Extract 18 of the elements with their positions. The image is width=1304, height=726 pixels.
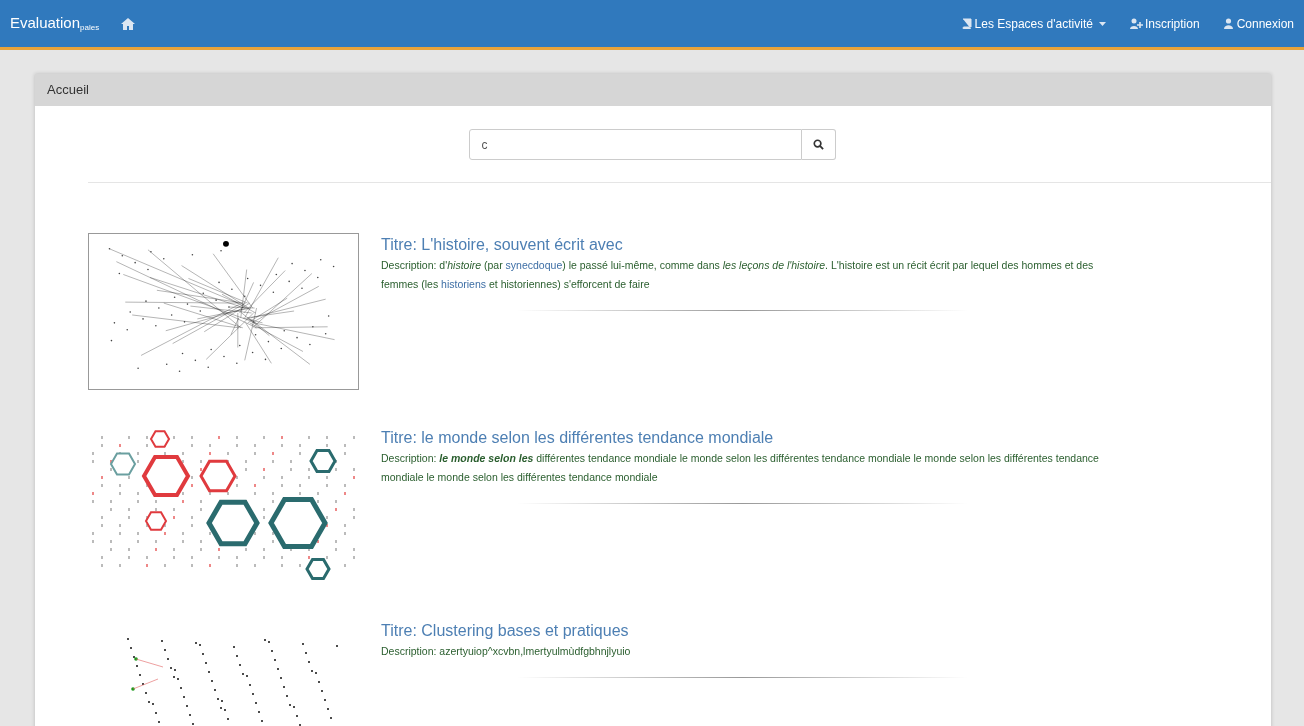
result-description: Description: azertyuiop^xcvbn,lmertyulmùdfgbhnjlyuio [381,644,632,659]
caret-icon [1098,21,1106,26]
search-field[interactable]: c [468,129,802,160]
search-button[interactable] [801,129,836,160]
result-description: Description: d'histoire (par synecdoque) le passé lui-même, comme dans les leçons de l'histoire. L'histoire est un récit écrit par lequel des hommes et des femmes (les historiens et historiennes) s'efforcent de faire [381,258,1095,292]
login-link[interactable]: Connexion [1223,14,1294,33]
wiki-link[interactable]: historiens [441,278,487,290]
search-icon [812,139,824,150]
signup-link[interactable]: Inscription [1129,14,1200,33]
panel-title: Accueil [47,81,89,100]
result-title-link[interactable]: Titre: Clustering bases et pratiques [381,621,1101,641]
dropdown-menu-link[interactable]: Les Espaces d'activité [960,14,1106,33]
add-user-icon [1129,18,1144,29]
result-title-link[interactable]: Titre: le monde selon les différentes tendance mondiale [381,428,1101,448]
user-icon [1223,18,1233,29]
home-icon[interactable] [121,17,136,30]
result-title-link[interactable]: Titre: L'histoire, souvent écrit avec [381,235,1101,255]
result-description: Description: le monde selon les différentes tendance mondiale le monde selon les différentes tendance mondiale le monde selon les différentes tendance mondiale le monde selon les différentes tendance mondiale [381,451,1100,485]
